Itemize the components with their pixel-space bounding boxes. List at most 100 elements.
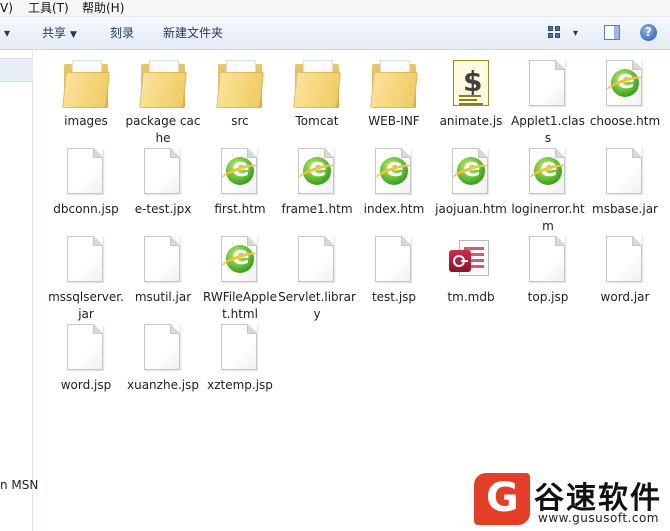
html-file-icon xyxy=(214,232,266,288)
new-folder-button[interactable]: 新建文件夹 xyxy=(163,17,223,50)
file-icon xyxy=(137,144,189,200)
folder-icon xyxy=(291,56,343,112)
file-item[interactable]: index.htm xyxy=(355,144,433,218)
file-item[interactable]: xztemp.jsp xyxy=(201,320,279,394)
file-item[interactable]: Tomcat xyxy=(278,56,356,130)
html-file-icon xyxy=(522,144,574,200)
file-name: mssqlserver.jar xyxy=(48,290,124,321)
menu-tools[interactable]: 工具(T) xyxy=(28,0,69,16)
file-icon xyxy=(60,144,112,200)
html-file-icon xyxy=(445,144,497,200)
file-name: jaojuan.htm xyxy=(435,202,507,216)
view-options-caret[interactable]: ▾ xyxy=(573,17,578,50)
file-item[interactable]: msutil.jar xyxy=(124,232,202,306)
file-name: xztemp.jsp xyxy=(207,378,273,392)
gususoft-logo-icon xyxy=(474,473,530,525)
file-name: e-test.jpx xyxy=(134,202,192,216)
file-item[interactable]: word.jar xyxy=(586,232,664,306)
file-name: tm.mdb xyxy=(447,290,495,304)
file-item[interactable]: src xyxy=(201,56,279,130)
file-item[interactable]: frame1.htm xyxy=(278,144,356,218)
file-icon xyxy=(522,232,574,288)
file-item[interactable]: tm.mdb xyxy=(432,232,510,306)
script-file-icon xyxy=(445,56,497,112)
file-item[interactable]: Applet1.class xyxy=(509,56,587,147)
file-icon xyxy=(368,232,420,288)
file-item[interactable]: Servlet.library xyxy=(278,232,356,323)
file-item[interactable]: mssqlserver.jar xyxy=(47,232,125,323)
file-item[interactable]: top.jsp xyxy=(509,232,587,306)
file-name: frame1.htm xyxy=(281,202,353,216)
file-icon xyxy=(522,56,574,112)
file-item[interactable]: xuanzhe.jsp xyxy=(124,320,202,394)
file-name: animate.js xyxy=(439,114,503,128)
file-name: top.jsp xyxy=(527,290,569,304)
file-name: package cache xyxy=(125,114,201,145)
file-name: first.htm xyxy=(214,202,266,216)
file-item[interactable]: RWFileApplet.html xyxy=(201,232,279,323)
navigation-selected-item[interactable] xyxy=(0,58,33,82)
watermark-logo: 谷速软件 www.gususoft.com xyxy=(468,465,670,531)
file-icon xyxy=(599,144,651,200)
file-item[interactable]: word.jsp xyxy=(47,320,125,394)
file-name: Applet1.class xyxy=(511,114,585,145)
navigation-pane xyxy=(0,50,33,531)
file-item[interactable]: test.jsp xyxy=(355,232,433,306)
file-icon xyxy=(137,320,189,376)
file-name: loginerror.htm xyxy=(511,202,585,233)
file-name: test.jsp xyxy=(371,290,417,304)
file-name: msutil.jar xyxy=(134,290,192,304)
menu-view[interactable]: V) xyxy=(0,0,13,16)
burn-button[interactable]: 刻录 xyxy=(110,17,134,50)
menu-help[interactable]: 帮助(H) xyxy=(82,0,124,16)
help-icon[interactable]: ? xyxy=(640,24,657,41)
file-name: dbconn.jsp xyxy=(53,202,119,216)
file-item[interactable]: WEB-INF xyxy=(355,56,433,130)
file-item[interactable]: images xyxy=(47,56,125,130)
file-name: Servlet.library xyxy=(278,290,356,321)
file-icon xyxy=(60,232,112,288)
folder-icon xyxy=(214,56,266,112)
menu-bar: V) 工具(T) 帮助(H) xyxy=(0,0,670,17)
folder-icon xyxy=(60,56,112,112)
file-name: msbase.jar xyxy=(592,202,658,216)
file-name: choose.htm xyxy=(589,114,661,128)
file-name: images xyxy=(64,114,108,128)
share-button[interactable]: 共享 ▼ xyxy=(42,17,77,52)
share-caret-icon: ▼ xyxy=(70,30,77,40)
access-database-icon xyxy=(445,232,497,288)
file-item[interactable]: choose.htm xyxy=(586,56,664,130)
file-item[interactable]: first.htm xyxy=(201,144,279,218)
organize-caret[interactable]: ▾ xyxy=(4,17,10,50)
watermark-url: www.gususoft.com xyxy=(538,511,659,525)
html-file-icon xyxy=(214,144,266,200)
folder-icon xyxy=(137,56,189,112)
file-name: index.htm xyxy=(363,202,425,216)
file-name: WEB-INF xyxy=(368,114,420,128)
file-item[interactable]: package cache xyxy=(124,56,202,147)
file-name: word.jar xyxy=(600,290,650,304)
html-file-icon xyxy=(599,56,651,112)
file-name: xuanzhe.jsp xyxy=(127,378,199,392)
folder-icon xyxy=(368,56,420,112)
file-item[interactable]: msbase.jar xyxy=(586,144,664,218)
file-icon xyxy=(214,320,266,376)
file-icon xyxy=(599,232,651,288)
file-name: src xyxy=(231,114,249,128)
file-name: word.jsp xyxy=(60,378,112,392)
file-item[interactable]: dbconn.jsp xyxy=(47,144,125,218)
file-icon xyxy=(291,232,343,288)
file-item[interactable]: jaojuan.htm xyxy=(432,144,510,218)
file-item[interactable]: animate.js xyxy=(432,56,510,130)
html-file-icon xyxy=(368,144,420,200)
file-item[interactable]: loginerror.htm xyxy=(509,144,587,235)
file-list: images package cache src Tomcat WEB-INF anima… xyxy=(33,50,670,531)
command-bar: ▾ 共享 ▼ 刻录 新建文件夹 ▾ ? xyxy=(0,17,670,50)
file-icon xyxy=(60,320,112,376)
view-grid-icon[interactable] xyxy=(548,26,562,40)
share-label: 共享 xyxy=(42,26,67,40)
file-name: RWFileApplet.html xyxy=(203,290,277,321)
file-item[interactable]: e-test.jpx xyxy=(124,144,202,218)
preview-pane-icon[interactable] xyxy=(604,25,620,40)
file-name: Tomcat xyxy=(295,114,339,128)
